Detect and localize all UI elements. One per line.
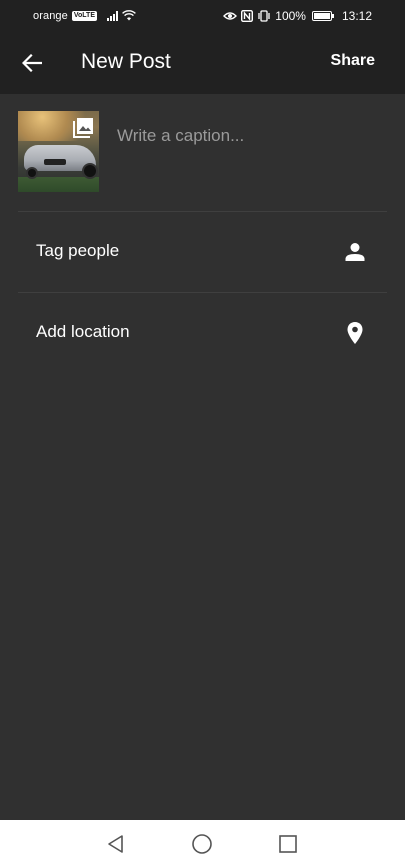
wifi-icon — [122, 10, 136, 21]
thumbnail-wheel — [26, 167, 38, 179]
status-left: orange VoLTE — [33, 10, 136, 22]
battery-icon — [311, 10, 334, 21]
page-title: New Post — [81, 50, 171, 73]
caption-input[interactable] — [117, 123, 377, 149]
system-nav-bar — [0, 820, 405, 867]
nav-back-button[interactable] — [104, 832, 128, 856]
nav-recents-button[interactable] — [276, 832, 300, 856]
thumbnail-ground — [18, 177, 99, 192]
eye-icon — [223, 11, 238, 20]
gallery-icon — [73, 118, 93, 138]
carrier-name: orange — [33, 9, 68, 22]
tag-people-label: Tag people — [36, 241, 120, 260]
battery-percent: 100% — [275, 8, 306, 23]
person-icon — [345, 243, 365, 261]
post-thumbnail[interactable] — [18, 111, 99, 192]
nav-home-icon — [192, 834, 212, 854]
arrow-left-icon — [22, 54, 42, 72]
clock: 13:12 — [341, 8, 372, 23]
caption-row — [0, 94, 405, 211]
signal-icon — [107, 10, 118, 21]
battery-fill — [313, 12, 330, 19]
status-right: 100% 13:12 — [223, 9, 372, 23]
location-pin-icon — [347, 322, 363, 344]
nfc-icon — [241, 9, 254, 22]
status-bar: orange VoLTE 100% 13:12 — [0, 0, 405, 31]
add-location-row[interactable]: Add location — [0, 293, 405, 373]
app-bar: New Post Share — [0, 31, 405, 94]
nav-home-button[interactable] — [190, 832, 214, 856]
tag-people-row[interactable]: Tag people — [0, 212, 405, 292]
thumbnail-car-grill — [44, 159, 66, 165]
nav-back-icon — [108, 835, 123, 853]
add-location-label: Add location — [36, 322, 130, 341]
volte-badge: VoLTE — [71, 10, 97, 21]
thumbnail-wheel — [82, 163, 98, 179]
share-button[interactable]: Share — [331, 52, 375, 70]
back-button[interactable] — [14, 45, 50, 81]
vibrate-icon — [258, 9, 270, 22]
nav-recents-icon — [279, 835, 297, 853]
